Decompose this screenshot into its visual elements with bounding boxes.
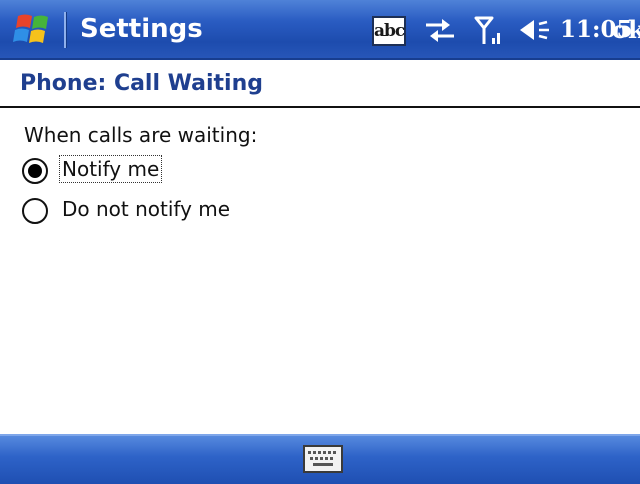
input-method-label: abc (374, 21, 405, 41)
title-bar: Settings abc 11:05 ok (0, 0, 640, 60)
radio-selected-dot (28, 164, 42, 178)
notify-me-radio[interactable] (22, 158, 48, 184)
volume-icon[interactable] (517, 12, 555, 48)
start-button[interactable] (8, 10, 60, 50)
notify-me-option[interactable]: Notify me (20, 154, 170, 188)
app-title: Settings (80, 14, 203, 44)
do-not-notify-option[interactable]: Do not notify me (20, 194, 280, 228)
page-title: Phone: Call Waiting (20, 71, 264, 96)
start-menu-icon (13, 14, 48, 43)
call-waiting-prompt: When calls are waiting: (24, 123, 258, 147)
sync-icon[interactable] (420, 12, 460, 48)
notify-me-label[interactable]: Notify me (58, 155, 163, 183)
menu-bar (0, 434, 640, 484)
do-not-notify-label[interactable]: Do not notify me (60, 196, 232, 222)
ok-button[interactable]: ok (612, 15, 640, 45)
page-header: Phone: Call Waiting (0, 60, 640, 108)
signal-icon[interactable] (472, 12, 508, 48)
input-method-icon[interactable]: abc (372, 16, 406, 46)
title-separator (64, 12, 66, 48)
do-not-notify-radio[interactable] (22, 198, 48, 224)
keyboard-icon[interactable] (303, 445, 343, 473)
